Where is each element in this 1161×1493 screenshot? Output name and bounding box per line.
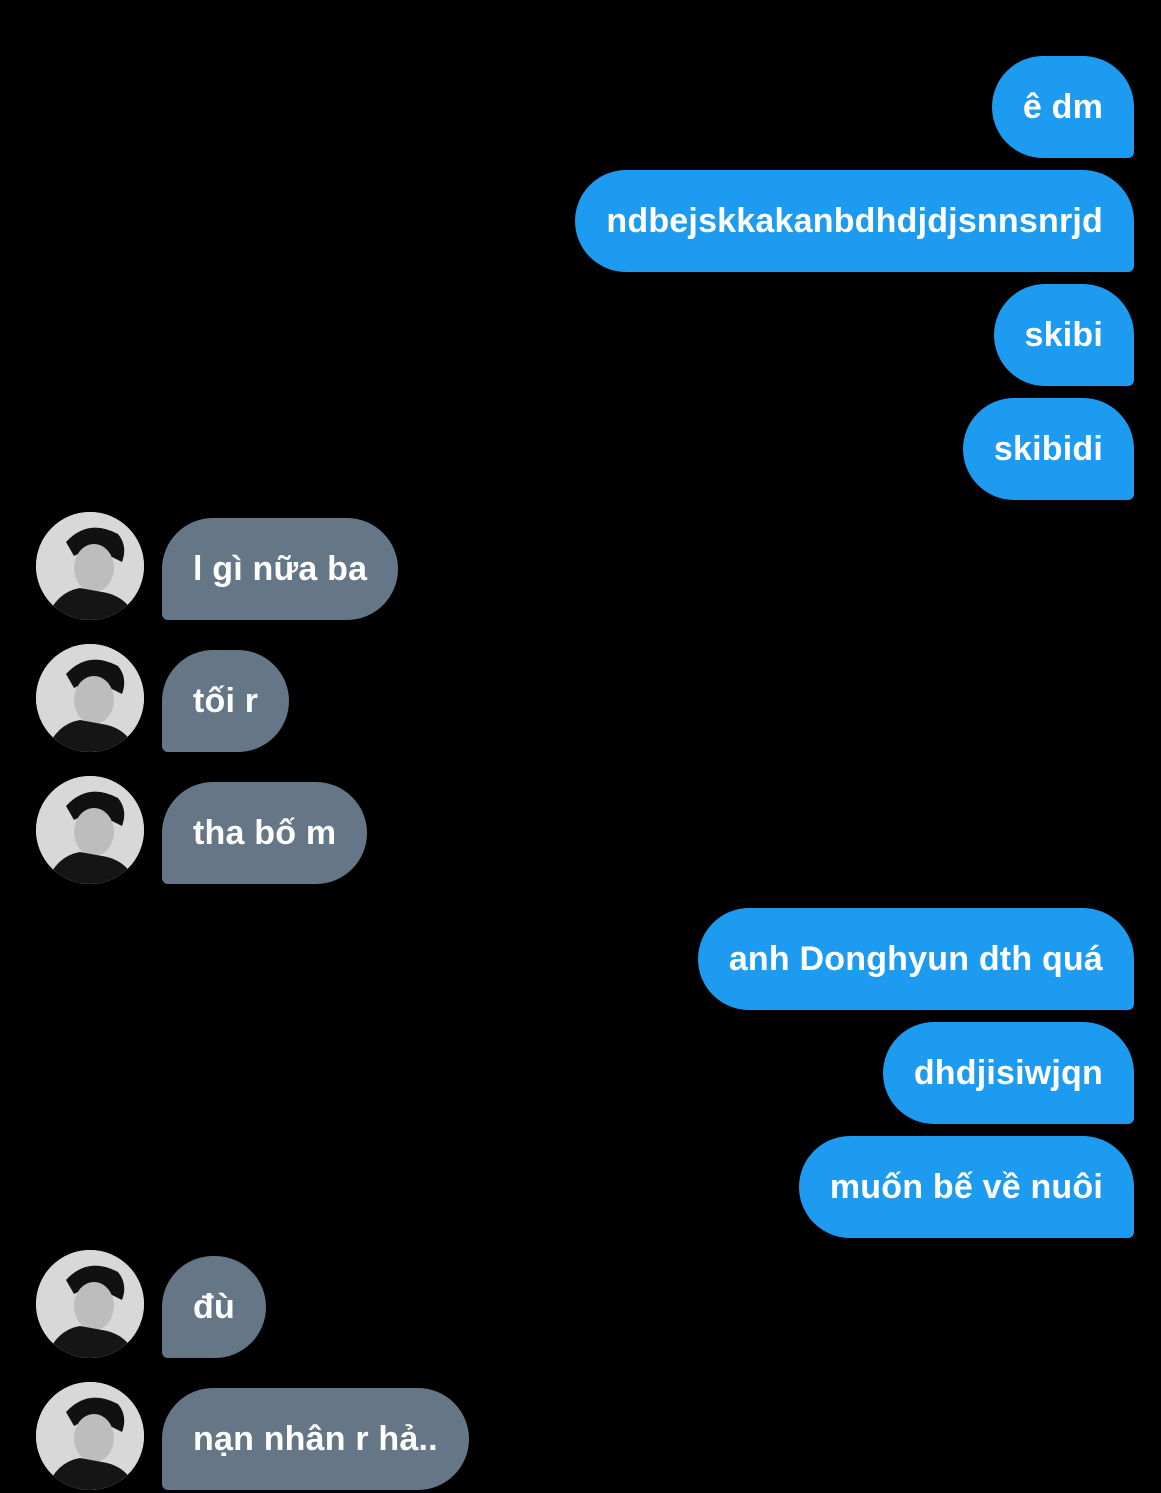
portrait-icon xyxy=(36,776,144,884)
portrait-icon xyxy=(36,512,144,620)
message-text: đù xyxy=(193,1287,235,1326)
user-avatar-icon[interactable] xyxy=(36,776,144,884)
portrait-icon xyxy=(36,644,144,752)
outgoing-message-bubble[interactable]: ê dm xyxy=(991,56,1134,158)
incoming-message-bubble[interactable]: nạn nhân r hả.. xyxy=(162,1388,469,1490)
message-text: skibi xyxy=(1024,315,1103,354)
incoming-message-bubble[interactable]: tối r xyxy=(162,650,290,752)
message-text: ndbejskkakanbdhdjdjsnnsnrjd xyxy=(606,201,1103,240)
message-text: dhdjisiwjqn xyxy=(913,1053,1103,1092)
message-text: anh Donghyun dth quá xyxy=(728,939,1103,978)
outgoing-message-bubble[interactable]: skibidi xyxy=(962,398,1134,500)
portrait-icon xyxy=(36,1250,144,1358)
user-avatar-icon[interactable] xyxy=(36,644,144,752)
message-text: skibidi xyxy=(993,429,1103,468)
message-text: nạn nhân r hả.. xyxy=(193,1419,438,1458)
user-avatar-icon[interactable] xyxy=(36,1250,144,1358)
portrait-icon xyxy=(36,1382,144,1490)
incoming-message-bubble[interactable]: l gì nữa ba xyxy=(162,518,399,620)
outgoing-message-bubble[interactable]: skibi xyxy=(993,284,1134,386)
user-avatar-icon[interactable] xyxy=(36,1382,144,1490)
message-text: tối r xyxy=(193,681,259,720)
incoming-message-bubble[interactable]: tha bố m xyxy=(162,782,368,884)
message-thread: ê dm ndbejskkakanbdhdjdjsnnsnrjd skibi s… xyxy=(0,0,1161,1493)
message-text: muốn bế về nuôi xyxy=(829,1167,1103,1206)
outgoing-message-bubble[interactable]: dhdjisiwjqn xyxy=(882,1022,1134,1124)
outgoing-message-bubble[interactable]: muốn bế về nuôi xyxy=(798,1136,1134,1238)
message-text: tha bố m xyxy=(193,813,337,852)
incoming-message-bubble[interactable]: đù xyxy=(162,1256,266,1358)
outgoing-message-bubble[interactable]: anh Donghyun dth quá xyxy=(697,908,1134,1010)
message-text: l gì nữa ba xyxy=(193,549,368,588)
outgoing-message-bubble[interactable]: ndbejskkakanbdhdjdjsnnsnrjd xyxy=(575,170,1134,272)
message-text: ê dm xyxy=(1022,87,1103,126)
user-avatar-icon[interactable] xyxy=(36,512,144,620)
